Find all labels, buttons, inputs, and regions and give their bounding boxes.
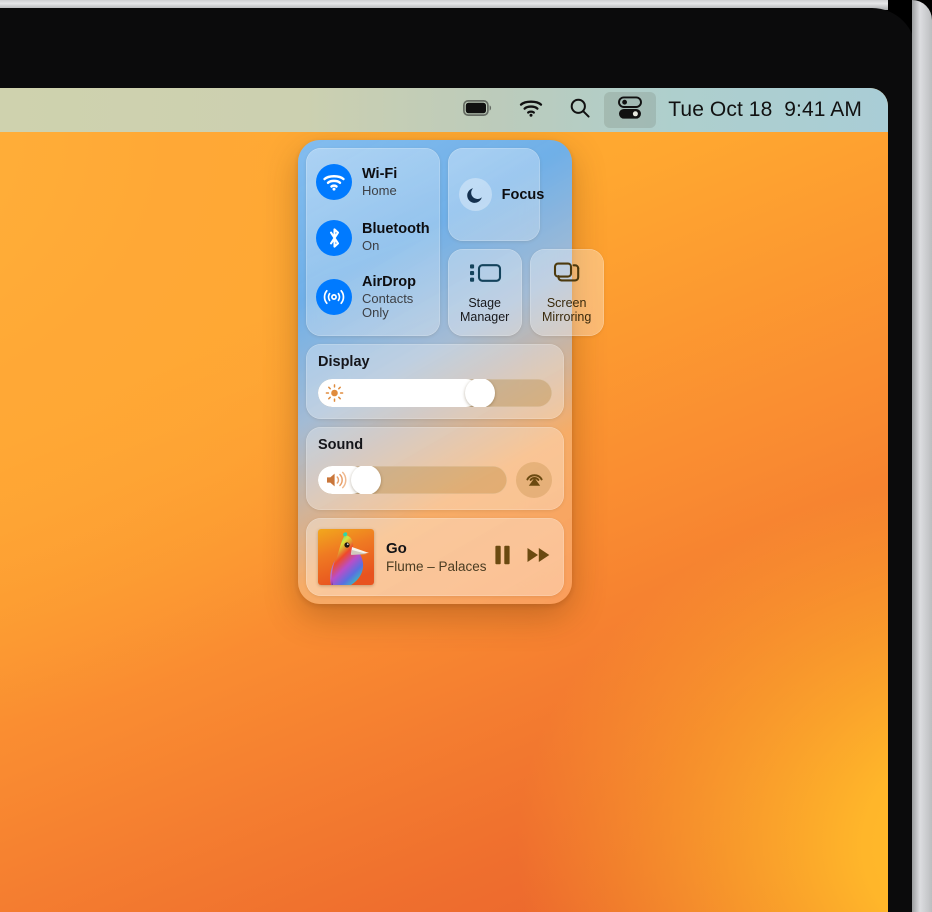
control-center-row-squares: Stage Manager Screen Mirroring [447, 249, 604, 336]
pause-button[interactable] [493, 544, 512, 571]
airdrop-control[interactable]: AirDrop Contacts Only [316, 274, 430, 320]
bluetooth-status: On [362, 237, 380, 253]
bluetooth-control[interactable]: Bluetooth On [316, 219, 430, 256]
control-center-icon [617, 95, 643, 125]
display-slider-row [318, 379, 552, 407]
volume-slider[interactable] [318, 466, 507, 494]
sound-heading: Sound [318, 437, 364, 453]
menubar-item-control-center[interactable] [604, 92, 657, 128]
control-center-body: Wi-Fi Home Bluetooth On AirDrop Contacts… [298, 140, 604, 604]
bluetooth-text: Bluetooth On [362, 222, 430, 253]
stage-manager-label: Stage Manager [459, 296, 510, 324]
control-center-row-top: Wi-Fi Home Bluetooth On AirDrop Contacts… [306, 148, 604, 336]
screen-mirroring-icon [552, 261, 582, 290]
airdrop-title: AirDrop [362, 274, 416, 291]
screen-mirroring-tile[interactable]: Screen Mirroring [529, 249, 604, 336]
screen: Tue Oct 18 9:41 AM Wi-Fi Home Bluetooth … [0, 88, 888, 912]
menubar-item-battery[interactable] [450, 92, 506, 128]
track-title: Go [386, 539, 407, 557]
macbook-device: Tue Oct 18 9:41 AM Wi-Fi Home Bluetooth … [0, 0, 932, 912]
focus-tile[interactable]: Focus [447, 148, 544, 241]
menubar-item-wifi[interactable] [506, 92, 556, 128]
album-artwork-palaces[interactable] [318, 529, 374, 585]
search-icon [569, 97, 591, 124]
sound-output-button[interactable] [516, 462, 552, 498]
wifi-text: Wi-Fi Home [362, 165, 398, 198]
fast-forward-button[interactable] [526, 545, 552, 570]
airdrop-text: AirDrop Contacts Only [362, 274, 430, 320]
sound-tile: Sound [306, 427, 564, 510]
bluetooth-icon [316, 219, 352, 256]
wifi-icon [519, 99, 543, 122]
brightness-slider-knob[interactable] [464, 379, 495, 407]
airdrop-status: Contacts Only [362, 290, 414, 320]
now-playing-tile: Go Flume – Palaces [306, 518, 564, 596]
moon-icon [458, 178, 492, 211]
track-artist: Flume – Palaces [386, 558, 487, 574]
control-center-right-column: Focus Stage Manager Screen Mirroring [447, 148, 604, 336]
stage-manager-icon [468, 261, 502, 290]
screen-mirroring-label: Screen Mirroring [542, 296, 592, 324]
battery-icon [463, 99, 493, 121]
menubar-clock[interactable]: Tue Oct 18 9:41 AM [656, 98, 866, 122]
volume-slider-knob[interactable] [351, 466, 382, 494]
bluetooth-title: Bluetooth [362, 221, 430, 238]
control-center-panel: Wi-Fi Home Bluetooth On AirDrop Contacts… [298, 140, 604, 604]
wifi-title: Wi-Fi [362, 165, 398, 182]
menubar-item-search[interactable] [556, 92, 604, 128]
menu-bar: Tue Oct 18 9:41 AM [0, 88, 888, 132]
sound-slider-row [318, 462, 552, 498]
display-heading: Display [318, 354, 370, 370]
brightness-icon [325, 384, 344, 403]
bezel-right-edge [912, 0, 932, 912]
media-controls [493, 544, 552, 571]
focus-label: Focus [501, 186, 545, 203]
wifi-control[interactable]: Wi-Fi Home [316, 164, 430, 201]
connectivity-tile: Wi-Fi Home Bluetooth On AirDrop Contacts… [306, 148, 440, 336]
brightness-slider[interactable] [318, 379, 552, 407]
display-tile: Display [306, 344, 564, 419]
wifi-icon [316, 164, 352, 201]
wifi-status: Home [362, 182, 397, 198]
airplay-audio-icon [523, 466, 546, 494]
now-playing-text: Go Flume – Palaces [386, 539, 487, 575]
airdrop-icon [316, 279, 352, 316]
speaker-icon [325, 471, 347, 489]
stage-manager-tile[interactable]: Stage Manager [447, 249, 522, 336]
